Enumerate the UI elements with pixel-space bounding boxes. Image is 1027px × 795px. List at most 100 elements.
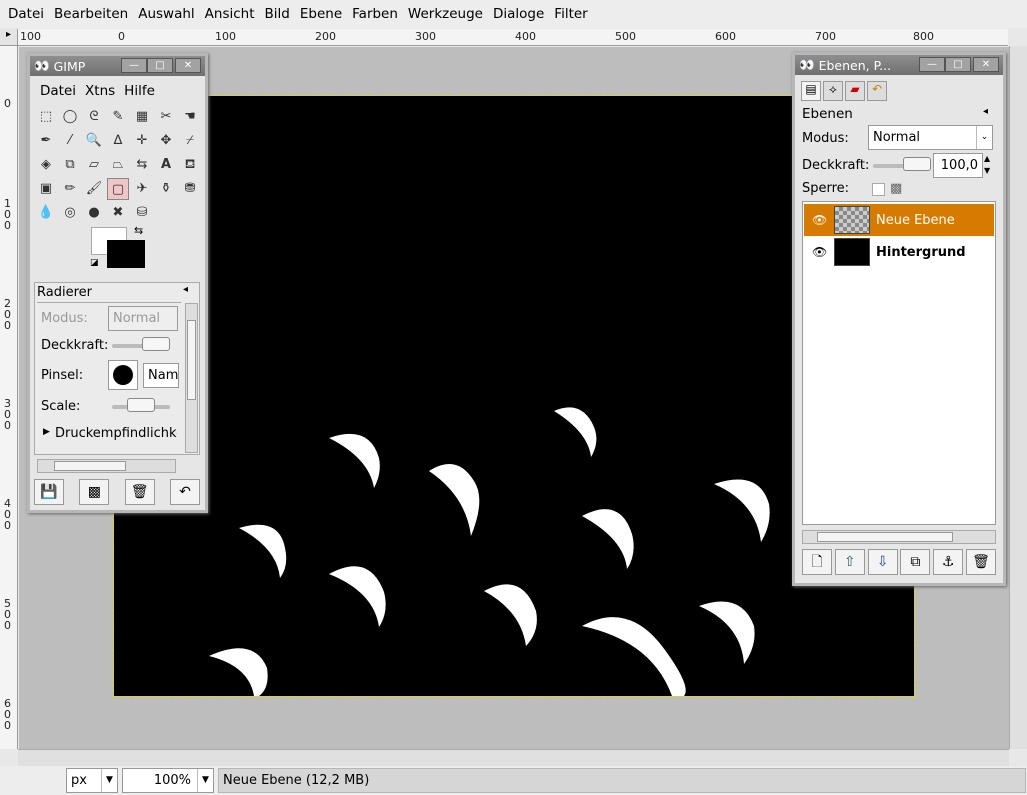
layer-name[interactable]: Hintergrund [876, 245, 966, 260]
eye-icon[interactable]: 👁 [812, 213, 827, 227]
perspective-clone-icon[interactable]: ◎ [59, 202, 81, 224]
dodge-burn-icon[interactable]: ⛁ [131, 202, 153, 224]
blur-icon[interactable]: ● [83, 202, 105, 224]
menu-dialoge[interactable]: Dialoge [488, 6, 549, 22]
vertical-scrollbar[interactable] [1009, 46, 1027, 749]
ink-icon[interactable]: ⚱ [155, 178, 177, 200]
shear-icon[interactable]: ▱ [83, 154, 105, 176]
pencil-icon[interactable]: ✏ [59, 178, 81, 200]
panel-menu-icon[interactable]: ◂ [183, 284, 188, 295]
minimize-button[interactable]: — [919, 57, 945, 72]
perspective-icon[interactable]: ⏢ [107, 154, 129, 176]
expander-arrow-icon[interactable]: ▶ [43, 427, 50, 437]
horizontal-scrollbar[interactable] [18, 749, 1009, 766]
layers-opacity-field[interactable]: 100,0 [933, 153, 983, 178]
restore-icon[interactable]: ▩ [79, 479, 110, 505]
quickmask-corner[interactable]: ▸ [0, 29, 18, 46]
eraser-icon[interactable]: ▢ [107, 178, 129, 200]
menu-bearbeiten[interactable]: Bearbeiten [49, 6, 133, 22]
toolbox-titlebar[interactable]: 👀 GIMP — □ ✕ [30, 56, 205, 76]
toolbox-menu-datei[interactable]: Datei [40, 83, 76, 99]
scale-slider-handle[interactable] [127, 398, 155, 412]
measure-icon[interactable]: ∆ [107, 130, 129, 152]
menu-ansicht[interactable]: Ansicht [200, 6, 260, 22]
toolbox-menu-hilfe[interactable]: Hilfe [124, 83, 155, 99]
smudge-icon[interactable]: ✖ [107, 202, 129, 224]
lower-layer-icon[interactable]: ⇩ [867, 549, 898, 575]
default-colors-icon[interactable]: ◪ [90, 258, 99, 268]
maximize-button[interactable]: □ [945, 57, 971, 72]
raise-layer-icon[interactable]: ⇧ [834, 549, 865, 575]
eye-icon[interactable]: 👁 [812, 245, 827, 259]
rotate-icon[interactable]: ◈ [35, 154, 57, 176]
layers-hscroll[interactable] [802, 530, 996, 544]
move-icon[interactable]: ✛ [131, 130, 153, 152]
blend-icon[interactable]: ▣ [35, 178, 57, 200]
align-icon[interactable]: ✥ [155, 130, 177, 152]
paintbrush-icon[interactable]: 🖌 [83, 178, 105, 200]
brush-preview[interactable] [108, 360, 138, 390]
swap-colors-icon[interactable]: ⇆ [134, 224, 143, 237]
tab-paths-icon[interactable]: ▰ [845, 81, 865, 101]
flip-icon[interactable]: ⇆ [131, 154, 153, 176]
zoom-icon[interactable]: 🔍 [83, 130, 105, 152]
zoom-selector[interactable]: 100% ▼ [122, 768, 214, 793]
brush-name-field[interactable]: Nam [143, 363, 179, 388]
color-picker-icon[interactable]: ⁄ [59, 130, 81, 152]
menu-datei[interactable]: Datei [3, 6, 49, 22]
color-select-icon[interactable]: ▦ [131, 106, 153, 128]
mode-combo[interactable]: Normal [108, 306, 178, 331]
ellipse-select-icon[interactable]: ◯ [59, 106, 81, 128]
spin-arrows-icon[interactable]: ▲ ▼ [984, 153, 990, 177]
scale-icon[interactable]: ⧉ [59, 154, 81, 176]
fuzzy-select-icon[interactable]: ✎ [107, 106, 129, 128]
minimize-button[interactable]: — [121, 58, 147, 73]
lasso-icon[interactable]: ᘓ [83, 106, 105, 128]
menu-ebene[interactable]: Ebene [295, 6, 347, 22]
opacity-slider-handle[interactable] [142, 337, 170, 351]
close-button[interactable]: ✕ [973, 57, 999, 72]
tool-options-hscroll[interactable] [37, 459, 176, 473]
duplicate-layer-icon[interactable]: ⧉ [900, 549, 931, 575]
reset-icon[interactable]: ↶ [169, 479, 200, 505]
layers-opacity-handle[interactable] [903, 157, 931, 171]
save-icon[interactable]: 💾 [34, 479, 64, 505]
clone-icon[interactable]: ⛃ [179, 178, 201, 200]
anchor-layer-icon[interactable]: ⚓ [933, 549, 964, 575]
lock-alpha-checkbox[interactable] [872, 183, 885, 196]
panel-menu-icon[interactable]: ◂ [983, 106, 988, 117]
tab-layers-icon[interactable]: ▤ [801, 81, 821, 101]
menu-farben[interactable]: Farben [347, 6, 403, 22]
hscroll-thumb[interactable] [817, 532, 953, 542]
text-icon[interactable]: A [155, 154, 177, 176]
menu-werkzeuge[interactable]: Werkzeuge [403, 6, 488, 22]
delete-layer-icon[interactable]: 🗑 [965, 549, 996, 575]
maximize-button[interactable]: □ [147, 58, 173, 73]
layer-row-selected[interactable]: 👁 Neue Ebene [804, 204, 994, 236]
airbrush-icon[interactable]: ✈ [131, 178, 153, 200]
heal-icon[interactable]: 💧 [35, 202, 57, 224]
menu-bild[interactable]: Bild [260, 6, 295, 22]
tab-undo-icon[interactable]: ↶ [867, 81, 887, 101]
layer-name[interactable]: Neue Ebene [876, 213, 955, 228]
hscroll-thumb[interactable] [54, 461, 126, 471]
layer-row[interactable]: 👁 Hintergrund [804, 236, 994, 268]
rect-select-icon[interactable]: ⬚ [35, 106, 57, 128]
delete-icon[interactable]: 🗑 [124, 479, 155, 505]
layers-titlebar[interactable]: 👀 Ebenen, P... — □ ✕ [795, 55, 1003, 75]
tool-options-scrollbar[interactable] [185, 303, 198, 453]
foreground-color-swatch[interactable] [107, 240, 145, 268]
unit-selector[interactable]: px ▼ [66, 768, 118, 793]
tab-channels-icon[interactable]: ⟡ [823, 81, 843, 101]
pressure-expander[interactable]: Druckempfindlichke [55, 426, 177, 441]
paths-icon[interactable]: ✒ [35, 130, 57, 152]
bucket-fill-icon[interactable]: ⛾ [179, 154, 201, 176]
scrollbar-thumb[interactable] [187, 320, 196, 400]
new-layer-icon[interactable]: 🗋 [802, 549, 832, 575]
scissors-icon[interactable]: ✂ [155, 106, 177, 128]
foreground-select-icon[interactable]: ☚ [179, 106, 201, 128]
crop-icon[interactable]: ⌿ [179, 130, 201, 152]
layers-mode-combo[interactable]: Normal ⌄ [868, 125, 993, 150]
close-button[interactable]: ✕ [175, 58, 201, 73]
menu-auswahl[interactable]: Auswahl [133, 6, 199, 22]
